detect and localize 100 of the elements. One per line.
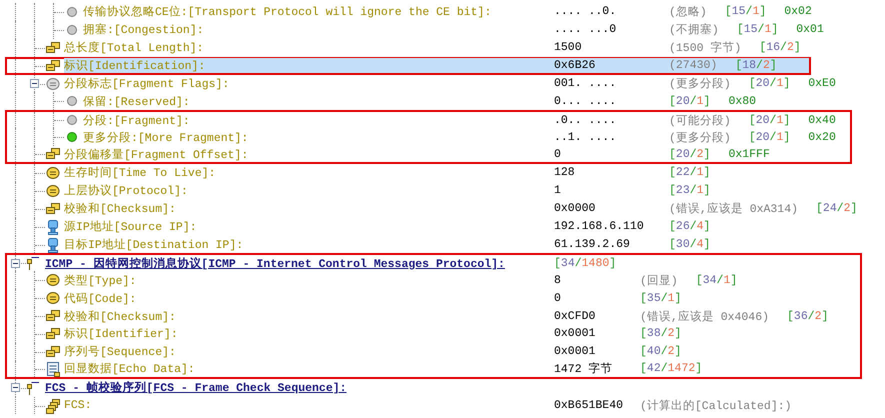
field-label: 目标IP地址[Destination IP]: xyxy=(64,238,244,252)
field-label: 类型[Type]: xyxy=(64,274,138,288)
field-value: 0xB651BE40 xyxy=(554,399,624,412)
tree-row[interactable]: FCS - 帧校验序列[FCS - Frame Check Sequence]: xyxy=(5,378,570,397)
value-note: (1500 字节) xyxy=(669,40,742,56)
tree-row[interactable]: ICMP - 因特网控制消息协议[ICMP - Internet Control Messages Protocol]: [34/1480] xyxy=(5,253,862,272)
byte-range: [20/1] xyxy=(748,77,790,90)
byte-range: [18/2] xyxy=(735,59,777,72)
byte-range: [26/4] xyxy=(669,220,710,234)
field-label: 序列号[Sequence]: xyxy=(64,344,177,360)
field-label: 上层协议[Protocol]: xyxy=(64,183,189,198)
field-value: 0x0001 xyxy=(554,345,596,358)
computer-icon xyxy=(45,218,61,235)
byte-range: [30/4] xyxy=(669,238,710,252)
tree-row[interactable]: 标识[Identification]: 0x6B26 (27430) [18/2] xyxy=(5,56,811,75)
field-label: 源IP地址[Source IP]: xyxy=(64,220,198,234)
value-note: (不拥塞) xyxy=(669,22,719,38)
field-label: 拥塞:[Congestion]: xyxy=(83,22,205,38)
tree-row[interactable]: 传输协议忽略CE位:[Transport Protocol will ignore the CE bit]: .... ..0. (忽略) [15/1] 0x02 xyxy=(5,3,828,21)
field-value: .... ..0. xyxy=(554,5,618,18)
byte-range: [20/1] xyxy=(669,94,710,108)
coin-icon xyxy=(45,182,61,199)
tree-row[interactable]: FCS: 0xB651BE40 (计算出的[Calculated]:) xyxy=(5,396,826,414)
value-note: (忽略) xyxy=(669,4,707,20)
byte-range: [24/2] xyxy=(816,202,858,216)
tree-row[interactable]: 代码[Code]: 0 [35/1] xyxy=(5,289,862,308)
tree-row[interactable]: 分段标志[Fragment Flags]: 001. .... (更多分段) [20/1] 0xE0 xyxy=(5,74,852,92)
tree-row[interactable]: 源IP地址[Source IP]: 192.168.6.110 [26/4] xyxy=(5,218,744,236)
tree-row[interactable]: 序列号[Sequence]: 0x0001 [40/2] xyxy=(5,342,862,361)
byte-range: [40/2] xyxy=(640,345,682,358)
field-value: 0x6B26 xyxy=(554,59,596,72)
byte-range: [23/1] xyxy=(669,184,710,198)
field-label: 保留:[Reserved]: xyxy=(83,94,191,109)
field-value: 0 xyxy=(554,148,562,161)
byte-range: [35/1] xyxy=(640,292,682,305)
collapse-icon[interactable] xyxy=(30,78,39,88)
field-label: 传输协议忽略CE位:[Transport Protocol will ignore the CE bit]: xyxy=(83,4,492,20)
byte-range: [20/2] xyxy=(669,148,710,161)
protocol-label: FCS - 帧校验序列[FCS - Frame Check Sequence]: xyxy=(45,380,348,396)
tree-row[interactable]: 分段偏移量[Fragment Offset]: 0 [20/2] 0x1FFF xyxy=(5,146,852,164)
tree-row[interactable]: 回显数据[Echo Data]: 1472 字节 [42/1472] xyxy=(5,360,862,379)
byte-range: [38/2] xyxy=(640,327,682,340)
bit-mask: 0x01 xyxy=(796,23,824,36)
field-label: 标识[Identification]: xyxy=(64,58,206,74)
pin-icon xyxy=(26,380,42,396)
field-label: 分段:[Fragment]: xyxy=(83,114,191,128)
value-note: (计算出的[Calculated]:) xyxy=(640,398,792,414)
value-note: (更多分段) xyxy=(669,76,731,91)
field-value: 1500 xyxy=(554,41,583,54)
stacked-fields-icon xyxy=(45,58,61,74)
tree-row[interactable]: 上层协议[Protocol]: 1 [23/1] xyxy=(5,182,744,200)
field-value: .... ...0 xyxy=(554,23,618,36)
tree-row[interactable]: 类型[Type]: 8 (回显) [34/1] xyxy=(5,271,862,290)
field-value: 1472 字节 xyxy=(554,361,614,376)
tree-row[interactable]: 更多分段:[More Fragment]: ..1. .... (更多分段) [20/1] 0x20 xyxy=(5,128,852,146)
collapse-icon[interactable] xyxy=(11,382,20,392)
stacked-fields-icon xyxy=(45,344,61,360)
field-value: 128 xyxy=(554,166,576,180)
coin-icon xyxy=(45,290,61,306)
field-label: 回显数据[Echo Data]: xyxy=(64,362,196,376)
bit-mask: 0x40 xyxy=(808,114,836,127)
field-value: .0.. .... xyxy=(554,114,618,127)
byte-range: [20/1] xyxy=(748,114,790,127)
tree-row[interactable]: 生存时间[Time To Live]: 128 [22/1] xyxy=(5,164,744,182)
pin-icon xyxy=(26,255,42,272)
coin-icon xyxy=(45,272,61,288)
field-value: 0x0001 xyxy=(554,327,596,340)
tree-row[interactable]: 校验和[Checksum]: 0xCFD0 (错误,应该是 0x4046) [36/2] xyxy=(5,307,862,326)
field-value: 001. .... xyxy=(554,77,618,90)
tree-row[interactable]: 校验和[Checksum]: 0x0000 (错误,应该是 0xA314) [24/2] xyxy=(5,200,885,218)
field-label: 分段偏移量[Fragment Offset]: xyxy=(64,148,250,162)
stacked-fields-icon xyxy=(45,326,61,342)
tree-row[interactable]: 总长度[Total Length]: 1500 (1500 字节) [16/2] xyxy=(5,38,835,57)
tree-row[interactable]: 标识[Identifier]: 0x0001 [38/2] xyxy=(5,325,862,343)
field-label: 生存时间[Time To Live]: xyxy=(64,166,217,180)
byte-range: [34/1480] xyxy=(554,256,616,270)
byte-range: [34/1] xyxy=(696,274,738,287)
byte-range: [36/2] xyxy=(787,310,828,323)
byte-range: [16/2] xyxy=(759,41,801,54)
field-label: 分段标志[Fragment Flags]: xyxy=(64,76,230,91)
tree-row[interactable]: 保留:[Reserved]: 0... .... [20/1] 0x80 xyxy=(5,92,772,110)
stacked-fields-icon xyxy=(45,200,61,217)
tree-row[interactable]: 目标IP地址[Destination IP]: 61.139.2.69 [30/4] xyxy=(5,236,744,254)
tree-row[interactable]: 分段:[Fragment]: .0.. .... (可能分段) [20/1] 0x40 xyxy=(5,110,852,128)
bit-mask: 0x20 xyxy=(808,130,836,144)
value-note: (更多分段) xyxy=(669,130,731,145)
bit-mask: 0xE0 xyxy=(808,77,836,90)
tree-row[interactable]: 拥塞:[Congestion]: .... ...0 (不拥塞) [15/1] 0x01 xyxy=(5,20,840,39)
document-icon xyxy=(45,360,61,377)
field-label: FCS: xyxy=(64,399,93,412)
byte-range: [15/1] xyxy=(724,5,766,18)
protocol-label: ICMP - 因特网控制消息协议[ICMP - Internet Control Messages Protocol]: xyxy=(45,256,506,271)
field-value: 1 xyxy=(554,184,562,198)
collapse-icon[interactable] xyxy=(11,259,20,268)
bit-mask: 0x1FFF xyxy=(728,148,770,161)
value-note: (错误,应该是 0xA314) xyxy=(669,201,798,216)
field-label: 更多分段:[More Fragment]: xyxy=(83,130,250,145)
field-value: ..1. .... xyxy=(554,130,618,144)
field-value: 61.139.2.69 xyxy=(554,238,631,252)
value-note: (可能分段) xyxy=(669,114,731,128)
